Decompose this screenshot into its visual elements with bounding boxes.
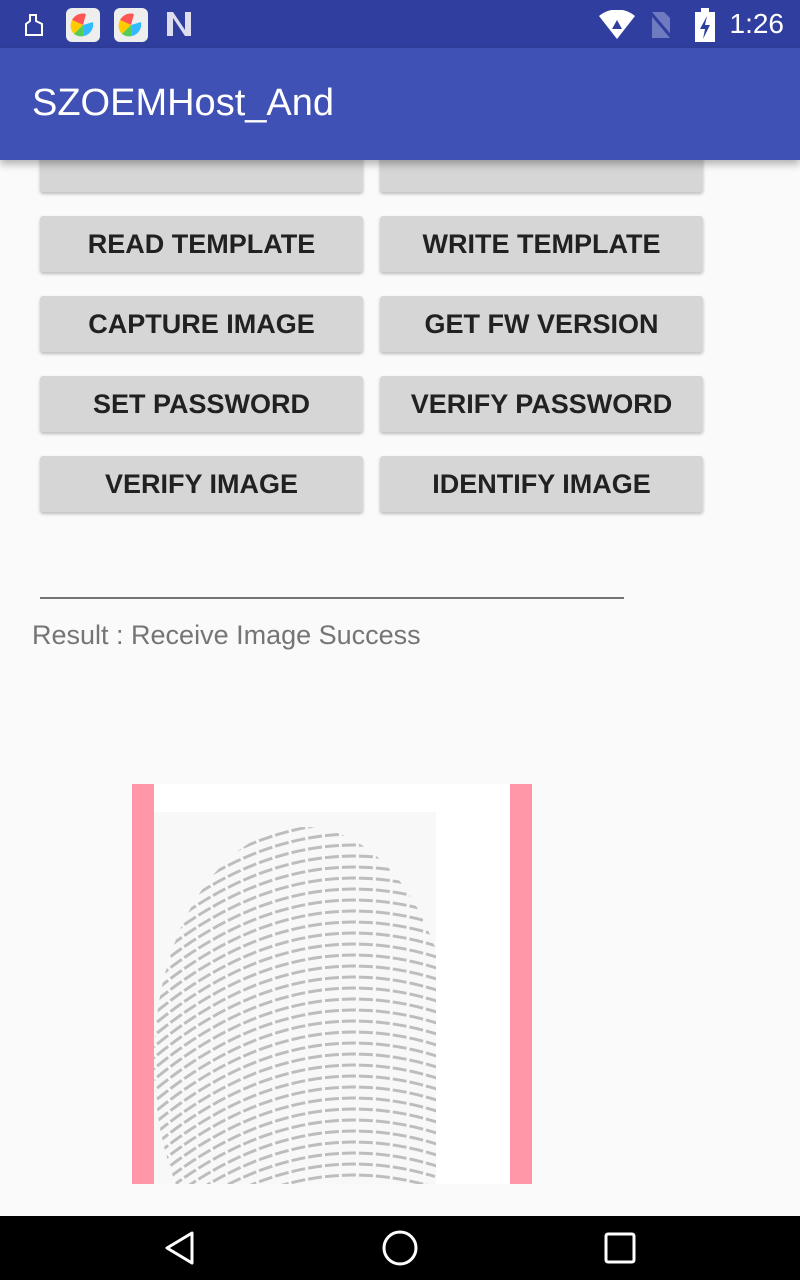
no-sim-icon <box>648 11 674 39</box>
cleaner-icon <box>25 14 43 36</box>
verify-image-button[interactable]: VERIFY IMAGE <box>40 456 363 512</box>
app-icon <box>114 8 148 42</box>
app-bar: SZOEMHost_And <box>0 48 800 160</box>
verify-password-button[interactable]: VERIFY PASSWORD <box>380 376 703 432</box>
status-bar: 1:26 <box>0 0 800 48</box>
home-icon[interactable] <box>381 1229 419 1267</box>
clock: 1:26 <box>729 8 785 39</box>
frame-border-left <box>132 784 154 1184</box>
page-title: SZOEMHost_And <box>32 82 334 124</box>
result-text: Result : Receive Image Success <box>32 620 421 650</box>
fingerprint-image-frame <box>132 784 532 1184</box>
divider <box>40 597 624 599</box>
read-template-button[interactable]: READ TEMPLATE <box>40 216 363 272</box>
set-password-button[interactable]: SET PASSWORD <box>40 376 363 432</box>
identify-image-button[interactable]: IDENTIFY IMAGE <box>380 456 703 512</box>
fingerprint-image <box>154 812 436 1184</box>
capture-image-button[interactable]: CAPTURE IMAGE <box>40 296 363 352</box>
get-fw-version-button[interactable]: GET FW VERSION <box>380 296 703 352</box>
write-template-button[interactable]: WRITE TEMPLATE <box>380 216 703 272</box>
app-icon <box>66 8 100 42</box>
recents-icon[interactable] <box>603 1231 637 1265</box>
n-icon <box>167 12 191 36</box>
wifi-icon <box>599 10 635 39</box>
frame-border-right <box>510 784 532 1184</box>
battery-charging-icon <box>695 8 715 42</box>
navigation-bar <box>0 1216 800 1280</box>
back-icon[interactable] <box>162 1230 198 1266</box>
